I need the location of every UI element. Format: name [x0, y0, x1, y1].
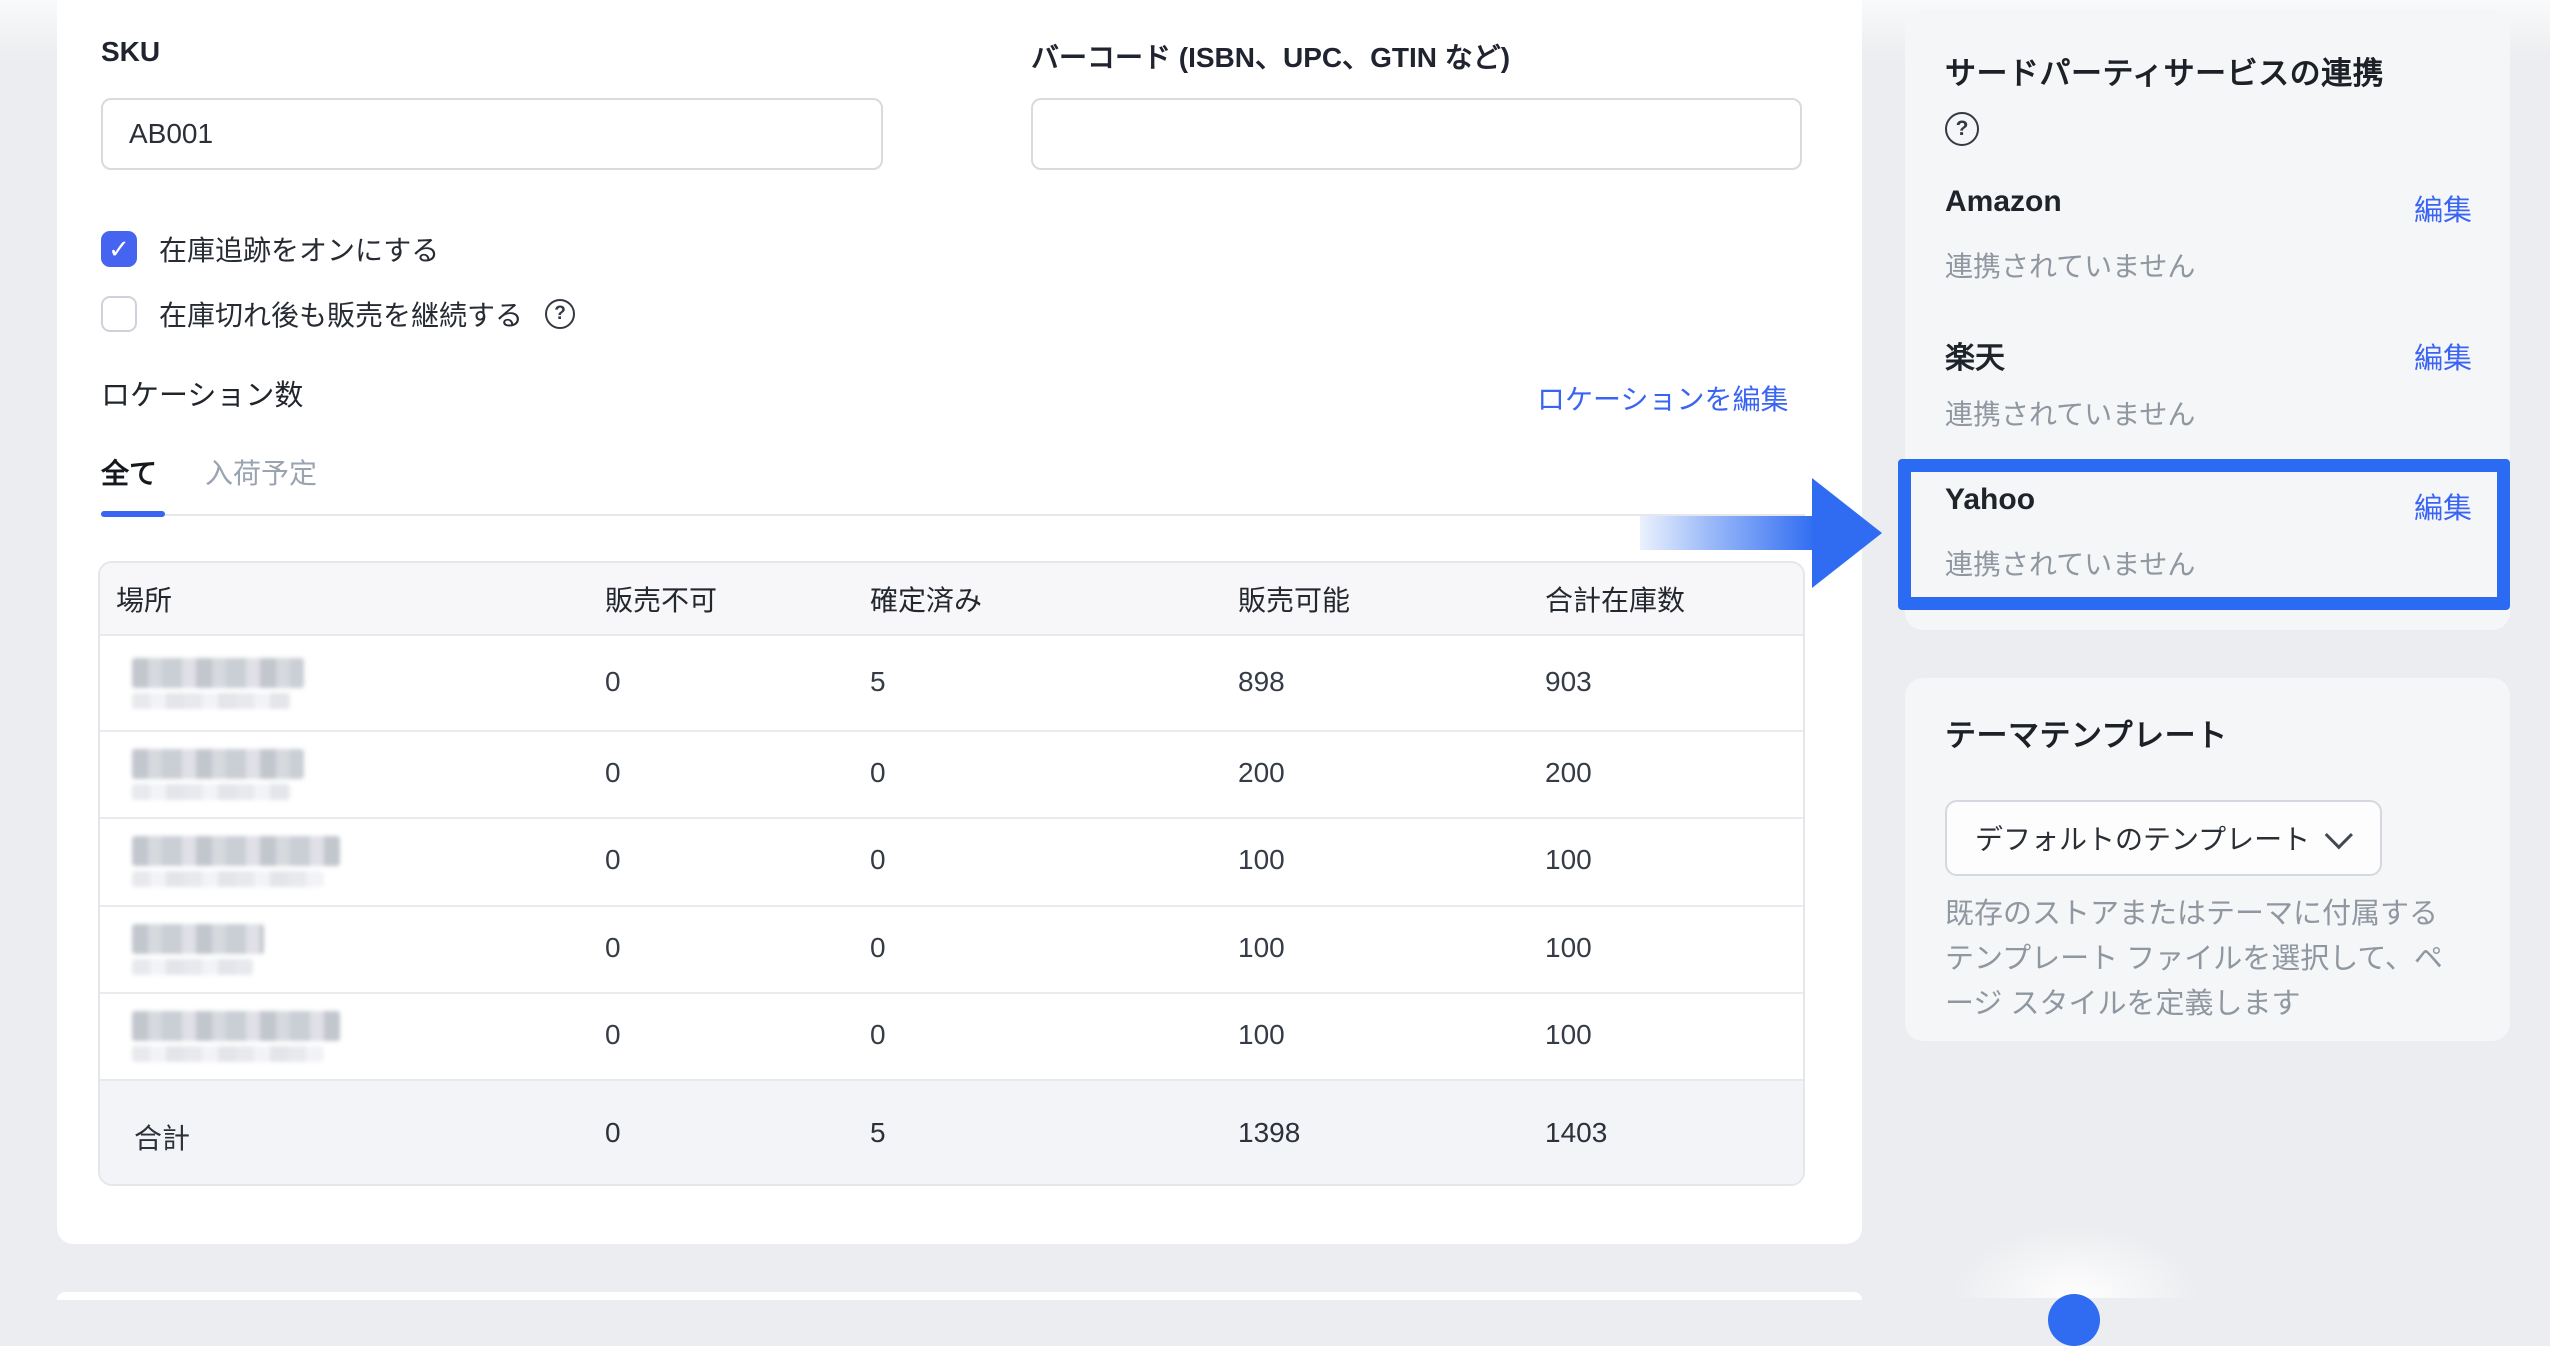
redacted-location-name: [132, 924, 264, 975]
annotation-arrow-tail: [1640, 516, 1816, 550]
edit-link-楽天[interactable]: 編集: [2414, 335, 2472, 377]
service-status: 連携されていません: [1945, 245, 2195, 285]
service-status: 連携されていません: [1945, 393, 2195, 433]
service-status: 連携されていません: [1945, 543, 2195, 583]
table-cell: 0: [605, 1019, 621, 1051]
total-label: 合計: [134, 1117, 190, 1157]
continue-selling-label: 在庫切れ後も販売を継続する: [159, 294, 523, 334]
table-cell: 100: [1238, 1019, 1285, 1051]
track-inventory-label: 在庫追跡をオンにする: [159, 229, 439, 269]
row-divider: [100, 817, 1803, 819]
total-cell: 1398: [1238, 1117, 1300, 1149]
tab-divider: [101, 514, 1805, 516]
table-cell: 100: [1545, 1019, 1592, 1051]
track-inventory-row: ✓ 在庫追跡をオンにする: [101, 228, 439, 270]
barcode-label: バーコード (ISBN、UPC、GTIN など): [1031, 36, 1510, 76]
description-line: 既存のストアまたはテーマに付属する: [1945, 892, 2485, 937]
locations-section-title: ロケーション数: [101, 372, 303, 414]
column-header: 販売可能: [1238, 579, 1350, 619]
description-line: ージ スタイルを定義します: [1945, 982, 2485, 1027]
integrations-title: サードパーティサービスの連携: [1945, 48, 2485, 93]
table-cell: 100: [1238, 844, 1285, 876]
table-cell: 200: [1238, 757, 1285, 789]
theme-template-select[interactable]: デフォルトのテンプレート: [1945, 800, 2382, 876]
description-line: テンプレート ファイルを選択して、ペ: [1945, 937, 2485, 982]
column-header: 確定済み: [870, 579, 982, 619]
edit-link-yahoo[interactable]: 編集: [2414, 485, 2472, 527]
third-party-integrations-card: サードパーティサービスの連携 ? Amazon編集連携されていません楽天編集連携…: [1905, 10, 2510, 630]
service-name-楽天: 楽天: [1945, 333, 2005, 377]
track-inventory-checkbox[interactable]: ✓: [101, 231, 137, 267]
table-header-row: 場所 販売不可 確定済み 販売可能 合計在庫数: [100, 563, 1803, 636]
next-card-top-edge: [57, 1292, 1862, 1300]
table-cell: 5: [870, 666, 886, 698]
table-cell: 898: [1238, 666, 1285, 698]
integrations-help-icon[interactable]: ?: [1945, 112, 1979, 146]
column-header: 販売不可: [605, 579, 717, 619]
tab-all[interactable]: 全て: [101, 452, 157, 492]
table-cell: 0: [605, 844, 621, 876]
tab-incoming[interactable]: 入荷予定: [205, 452, 317, 492]
sku-input[interactable]: [101, 98, 883, 170]
table-cell: 0: [605, 757, 621, 789]
table-cell: 0: [870, 932, 886, 964]
total-row: 合計 0 5 1398 1403: [100, 1079, 1803, 1184]
table-cell: 0: [870, 757, 886, 789]
total-cell: 5: [870, 1117, 886, 1149]
service-name-amazon: Amazon: [1945, 185, 2062, 219]
table-cell: 903: [1545, 666, 1592, 698]
table-cell: 200: [1545, 757, 1592, 789]
row-divider: [100, 905, 1803, 907]
table-cell: 0: [870, 844, 886, 876]
sku-label: SKU: [101, 36, 160, 68]
table-cell: 0: [870, 1019, 886, 1051]
barcode-input[interactable]: [1031, 98, 1802, 170]
chevron-down-icon: [2325, 821, 2353, 849]
redacted-location-name: [132, 658, 304, 709]
table-cell: 0: [605, 666, 621, 698]
table-cell: 100: [1238, 932, 1285, 964]
table-cell: 0: [605, 932, 621, 964]
checkmark-icon: ✓: [108, 236, 130, 262]
question-circle-icon[interactable]: ?: [545, 299, 575, 329]
column-header: 合計在庫数: [1545, 579, 1685, 619]
edit-link-amazon[interactable]: 編集: [2414, 187, 2472, 229]
product-detail-page: { "product_form": { "sku_label": "SKU", …: [0, 0, 2550, 1298]
fab-glow: [1950, 1225, 2200, 1298]
total-cell: 1403: [1545, 1117, 1607, 1149]
theme-template-description: 既存のストアまたはテーマに付属するテンプレート ファイルを選択して、ページ スタ…: [1945, 892, 2485, 1027]
redacted-location-name: [132, 1011, 340, 1062]
theme-template-title: テーマテンプレート: [1945, 710, 2228, 755]
redacted-location-name: [132, 836, 340, 887]
continue-selling-checkbox[interactable]: [101, 296, 137, 332]
tab-active-indicator: [101, 511, 165, 517]
inventory-table: 場所 販売不可 確定済み 販売可能 合計在庫数 0 5 898 903 0 0 200 200 0 0 10…: [98, 561, 1805, 1186]
theme-template-card: テーマテンプレート デフォルトのテンプレート 既存のストアまたはテーマに付属する…: [1905, 678, 2510, 1041]
table-cell: 100: [1545, 932, 1592, 964]
row-divider: [100, 992, 1803, 994]
continue-selling-row: 在庫切れ後も販売を継続する ?: [101, 293, 575, 335]
theme-template-selected-value: デフォルトのテンプレート: [1975, 818, 2310, 858]
edit-locations-link[interactable]: ロケーションを編集: [1537, 378, 1788, 418]
total-cell: 0: [605, 1117, 621, 1149]
row-divider: [100, 730, 1803, 732]
service-name-yahoo: Yahoo: [1945, 483, 2035, 517]
column-header: 場所: [116, 579, 172, 619]
table-cell: 100: [1545, 844, 1592, 876]
redacted-location-name: [132, 749, 304, 800]
help-fab-button[interactable]: [2048, 1294, 2100, 1346]
